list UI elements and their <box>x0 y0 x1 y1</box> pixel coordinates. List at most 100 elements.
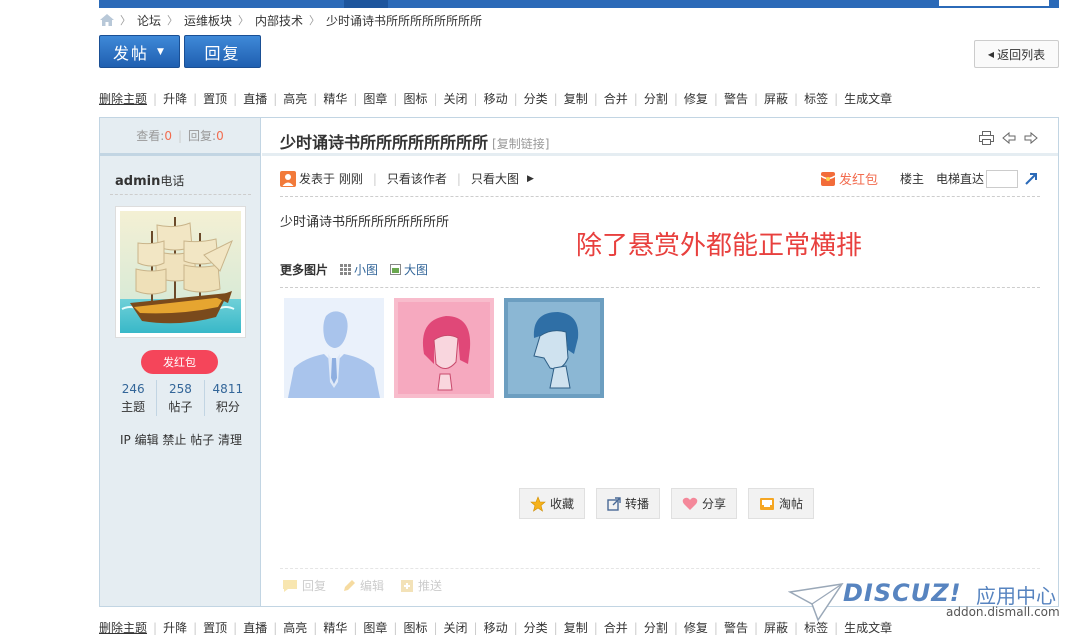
collect-thread-button[interactable]: 淘帖 <box>748 488 815 519</box>
top-search-input[interactable] <box>939 0 1049 6</box>
footer-reply-button[interactable]: 回复 <box>282 577 326 594</box>
mod-tags[interactable]: 标签 <box>788 90 828 107</box>
footer-push-button[interactable]: 推送 <box>400 577 442 594</box>
small-image-view[interactable]: 小图 <box>340 261 378 278</box>
mod-highlight[interactable]: 高亮 <box>267 90 307 107</box>
mod-bump[interactable]: 升降 <box>147 90 187 107</box>
replies-count: 0 <box>216 128 224 143</box>
mod-ban[interactable]: 屏蔽 <box>748 90 788 107</box>
back-to-list-button[interactable]: ◀ 返回列表 <box>974 40 1059 68</box>
admin-links[interactable]: IP 编辑 禁止 帖子 清理 <box>120 431 242 448</box>
author-name[interactable]: admin电话 <box>115 172 184 189</box>
print-icon[interactable] <box>979 131 994 145</box>
mod-category[interactable]: 分类 <box>508 619 548 636</box>
mod-split[interactable]: 分割 <box>628 619 668 636</box>
count-posts[interactable]: 258 帖子 <box>156 380 203 416</box>
gallery-image[interactable] <box>504 298 604 398</box>
top-nav-bar[interactable] <box>99 0 1059 8</box>
mod-sticky[interactable]: 置顶 <box>187 90 227 107</box>
go-arrow-icon[interactable] <box>1024 172 1038 186</box>
gallery-image[interactable] <box>284 298 384 398</box>
arrow-right-icon[interactable] <box>1024 131 1038 145</box>
mod-ban[interactable]: 屏蔽 <box>748 619 788 636</box>
title-row: 少时诵诗书所所所所所所所所 [复制链接] <box>262 118 1058 156</box>
new-post-button[interactable]: 发帖 ▼ <box>99 35 180 68</box>
arrow-left-icon[interactable] <box>1002 131 1016 145</box>
floor-jump-input[interactable] <box>986 169 1018 188</box>
post-send-redpack-link[interactable]: 发红包 <box>839 169 878 188</box>
mod-icon[interactable]: 图标 <box>387 619 427 636</box>
collect-thread-label: 淘帖 <box>779 497 804 511</box>
count-points-value[interactable]: 4811 <box>205 380 251 398</box>
author-sidebar: 查看: 0 | 回复: 0 admin电话 发红包 246 主题 258 帖子 … <box>100 118 261 606</box>
mod-repair[interactable]: 修复 <box>668 619 708 636</box>
mod-split[interactable]: 分割 <box>628 90 668 107</box>
copy-link-button[interactable]: [复制链接] <box>492 137 549 151</box>
reply-button[interactable]: 回复 <box>184 35 261 68</box>
mod-highlight[interactable]: 高亮 <box>267 619 307 636</box>
mod-stamp[interactable]: 图章 <box>347 90 387 107</box>
redpack-icon[interactable] <box>820 171 836 187</box>
breadcrumb-item-tech[interactable]: 内部技术 <box>255 12 303 29</box>
speech-bubble-icon <box>283 579 297 592</box>
big-image-link[interactable]: 只看大图 <box>471 170 519 187</box>
mod-category[interactable]: 分类 <box>508 90 548 107</box>
author-counts: 246 主题 258 帖子 4811 积分 <box>110 380 251 416</box>
share-button[interactable]: 分享 <box>671 488 738 519</box>
mod-move[interactable]: 移动 <box>468 619 508 636</box>
reply-label: 回复 <box>204 43 241 63</box>
breadcrumb: 〉 论坛 〉 运维板块 〉 内部技术 〉 少时诵诗书所所所所所所所所 <box>100 12 482 28</box>
footer-edit-button[interactable]: 编辑 <box>342 577 384 594</box>
mod-delete-thread[interactable]: 删除主题 <box>99 619 147 636</box>
footer-reply-label: 回复 <box>302 579 327 593</box>
home-icon[interactable] <box>100 14 114 26</box>
mod-live[interactable]: 直播 <box>227 90 267 107</box>
avatar[interactable] <box>115 206 246 338</box>
mod-close[interactable]: 关闭 <box>427 90 468 107</box>
thread-title-text: 少时诵诗书所所所所所所所所 <box>280 133 489 152</box>
mod-copy[interactable]: 复制 <box>548 619 588 636</box>
mod-repair[interactable]: 修复 <box>668 90 708 107</box>
mod-icon[interactable]: 图标 <box>387 90 427 107</box>
mod-digest[interactable]: 精华 <box>307 619 347 636</box>
mod-stamp[interactable]: 图章 <box>347 619 387 636</box>
triangle-right-icon[interactable]: ▶ <box>527 174 534 184</box>
send-redpack-button[interactable]: 发红包 <box>141 350 218 374</box>
top-nav-active-item[interactable] <box>344 0 388 8</box>
count-points[interactable]: 4811 积分 <box>203 380 251 416</box>
push-icon <box>401 579 414 592</box>
breadcrumb-item-ops[interactable]: 运维板块 <box>184 12 232 29</box>
mod-delete-thread[interactable]: 删除主题 <box>99 90 147 107</box>
repost-label: 转播 <box>625 497 650 511</box>
thread-stats: 查看: 0 | 回复: 0 <box>100 118 260 156</box>
gallery-image[interactable] <box>394 298 494 398</box>
mod-warn[interactable]: 警告 <box>708 90 748 107</box>
mod-live[interactable]: 直播 <box>227 619 267 636</box>
favorite-button[interactable]: 收藏 <box>519 488 586 519</box>
author-username[interactable]: admin <box>115 174 160 189</box>
count-points-label: 积分 <box>215 400 240 414</box>
mod-close[interactable]: 关闭 <box>427 619 468 636</box>
count-threads-value[interactable]: 246 <box>110 380 156 398</box>
mod-warn[interactable]: 警告 <box>708 619 748 636</box>
breadcrumb-item-forum[interactable]: 论坛 <box>137 12 161 29</box>
mod-generate-article[interactable]: 生成文章 <box>828 90 892 107</box>
views-label: 查看: <box>136 129 165 143</box>
count-posts-value[interactable]: 258 <box>157 380 203 398</box>
mod-merge[interactable]: 合并 <box>588 619 628 636</box>
large-image-view[interactable]: 大图 <box>390 261 428 278</box>
only-author-link[interactable]: 只看该作者 <box>387 170 447 187</box>
mod-move[interactable]: 移动 <box>468 90 508 107</box>
mod-sticky[interactable]: 置顶 <box>187 619 227 636</box>
pencil-icon <box>344 579 356 591</box>
breadcrumb-item-thread[interactable]: 少时诵诗书所所所所所所所所 <box>326 12 482 29</box>
mod-bump[interactable]: 升降 <box>147 619 187 636</box>
repost-button[interactable]: 转播 <box>596 488 661 519</box>
chevron-down-icon: ▼ <box>157 46 166 57</box>
posted-time: 发表于 刚刚 <box>299 172 363 186</box>
mod-digest[interactable]: 精华 <box>307 90 347 107</box>
count-threads[interactable]: 246 主题 <box>110 380 156 416</box>
author-phone-link[interactable]: 电话 <box>160 174 184 188</box>
mod-copy[interactable]: 复制 <box>548 90 588 107</box>
mod-merge[interactable]: 合并 <box>588 90 628 107</box>
